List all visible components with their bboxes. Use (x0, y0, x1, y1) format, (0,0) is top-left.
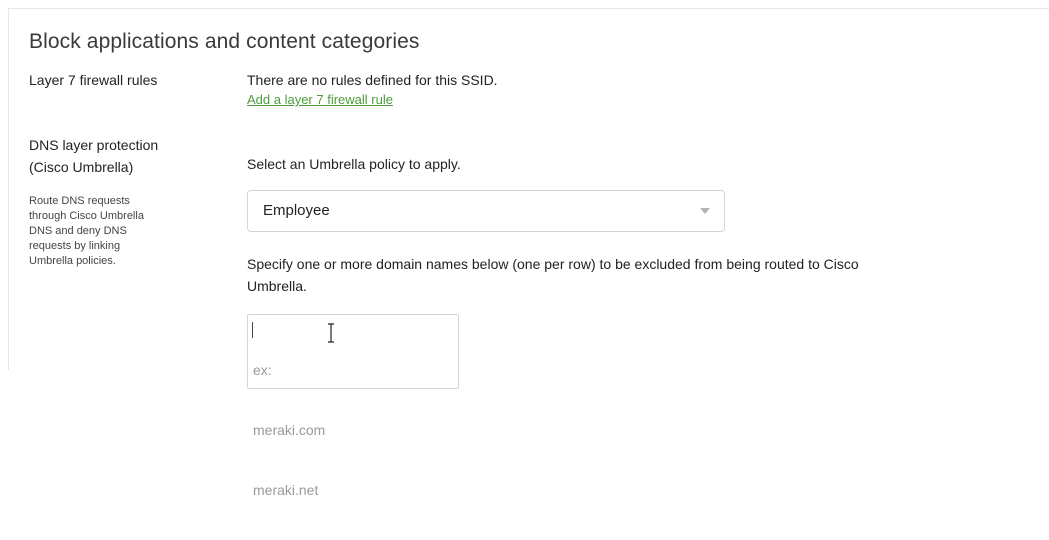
excluded-domains-placeholder: ex: meraki.com meraki.net (253, 320, 325, 540)
exclusion-instructions-line1: Specify one or more domain names below (… (247, 256, 859, 272)
select-policy-prompt: Select an Umbrella policy to apply. (247, 156, 461, 172)
dns-protection-label: DNS layer protection (Cisco Umbrella) (29, 134, 204, 178)
excluded-domains-textarea[interactable]: ex: meraki.com meraki.net (247, 314, 459, 498)
ibeam-cursor-icon (328, 323, 334, 343)
layer7-rules-label: Layer 7 firewall rules (29, 72, 158, 88)
section-title: Block applications and content categorie… (29, 30, 420, 53)
placeholder-line: ex: (253, 362, 272, 378)
dns-description-line: DNS and deny DNS (29, 225, 127, 237)
exclusion-instructions-line2: Umbrella. (247, 278, 307, 294)
text-caret (252, 322, 253, 338)
placeholder-line: meraki.com (253, 422, 326, 438)
dns-protection-label-line1: DNS layer protection (29, 137, 159, 153)
dns-description-line: Umbrella policies. (29, 255, 116, 267)
add-layer7-rule-link[interactable]: Add a layer 7 firewall rule (247, 92, 393, 107)
dns-protection-description: Route DNS requests through Cisco Umbrell… (29, 194, 204, 269)
chevron-down-icon[interactable] (700, 208, 710, 214)
placeholder-line: meraki.net (253, 482, 319, 498)
exclusion-instructions: Specify one or more domain names below (… (247, 253, 1007, 297)
dns-description-line: through Cisco Umbrella (29, 210, 144, 222)
umbrella-policy-selected-value: Employee (263, 202, 330, 219)
dns-description-line: Route DNS requests (29, 195, 130, 207)
umbrella-policy-select[interactable]: Employee (247, 190, 725, 232)
dns-protection-label-line2: (Cisco Umbrella) (29, 159, 134, 175)
dns-description-line: requests by linking (29, 240, 121, 252)
no-rules-text: There are no rules defined for this SSID… (247, 72, 498, 88)
settings-panel: Block applications and content categorie… (8, 8, 1049, 498)
